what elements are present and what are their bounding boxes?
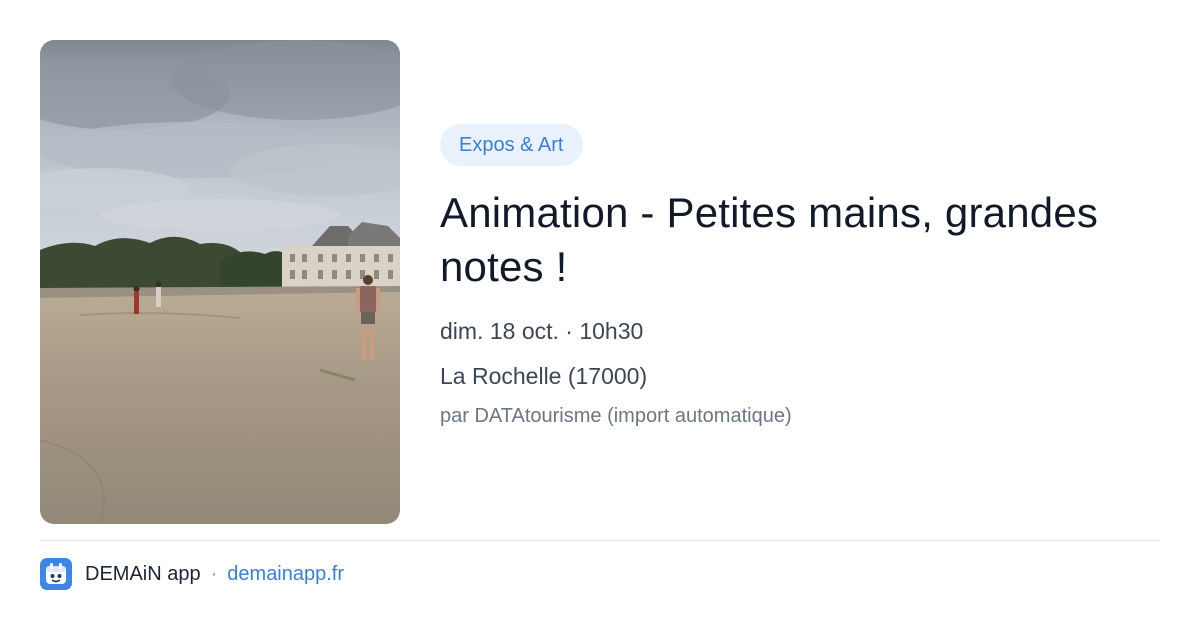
event-location: La Rochelle (17000) — [440, 363, 648, 389]
demain-app-logo-icon — [40, 558, 72, 590]
app-website-link[interactable]: demainapp.fr — [227, 563, 344, 586]
footer-separator: · — [210, 562, 218, 585]
event-details: Expos & Art Animation - Petites mains, g… — [440, 124, 1160, 429]
event-title: Animation - Petites mains, grandes notes… — [440, 189, 1099, 290]
event-source: par DATAtourisme (import automatique) — [440, 405, 792, 427]
category-badge[interactable]: Expos & Art — [440, 124, 583, 166]
footer: DEMAiN app · demainapp.fr — [40, 558, 344, 590]
event-date: dim. 18 oct. · 10h30 — [440, 318, 644, 344]
footer-divider — [40, 540, 1160, 541]
app-name: DEMAiN app — [85, 562, 201, 585]
event-photo — [40, 40, 400, 524]
